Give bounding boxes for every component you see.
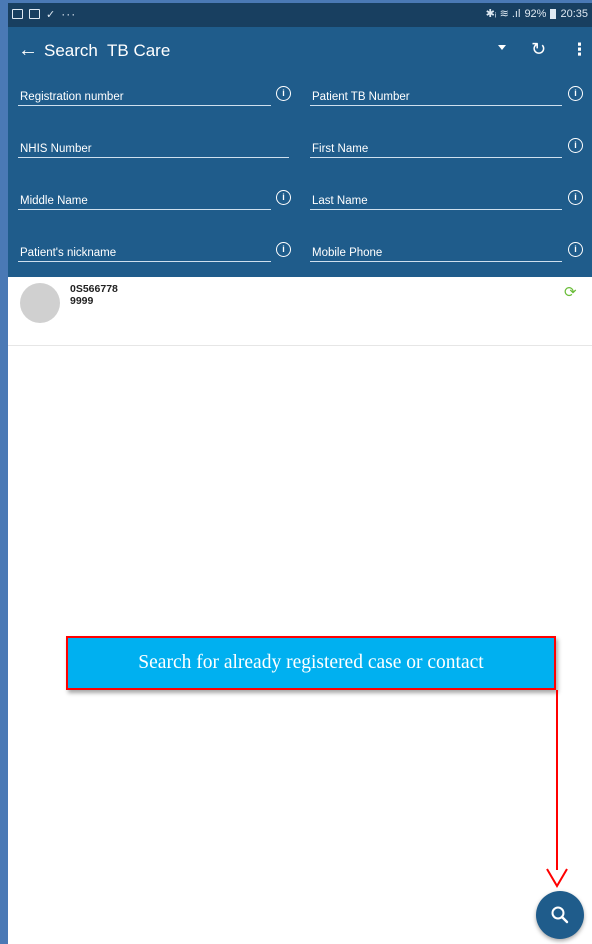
info-icon[interactable]: i <box>568 190 583 205</box>
search-icon <box>551 906 569 924</box>
annotation-arrow-head <box>546 868 568 888</box>
info-icon[interactable]: i <box>276 86 291 101</box>
nhis-number-field[interactable]: NHIS Number <box>18 131 289 158</box>
field-label: NHIS Number <box>20 143 92 155</box>
last-name-field[interactable]: Last Name <box>310 183 562 210</box>
check-icon: ✓ <box>46 8 56 21</box>
search-header: ← Search TB Care ↻ ⋮ Registration number… <box>8 27 592 277</box>
image-icon <box>12 9 23 19</box>
field-label: Middle Name <box>20 195 88 207</box>
signal-icon: ✱ᵢ ≋ .ıl <box>485 8 521 20</box>
annotation-arrow-line <box>556 690 558 870</box>
info-icon[interactable]: i <box>568 242 583 257</box>
info-icon[interactable]: i <box>568 86 583 101</box>
info-icon[interactable]: i <box>276 242 291 257</box>
more-icon: ··· <box>61 7 77 21</box>
field-label: Last Name <box>312 195 368 207</box>
patient-tb-number-field[interactable]: Patient TB Number <box>310 79 562 106</box>
result-id: 0S566778 <box>70 283 118 295</box>
toolbar: ← Search TB Care ↻ ⋮ <box>8 27 592 77</box>
mail-icon <box>29 9 40 19</box>
registration-number-field[interactable]: Registration number <box>18 79 271 106</box>
result-number: 9999 <box>70 295 94 307</box>
middle-name-field[interactable]: Middle Name <box>18 183 271 210</box>
info-icon[interactable]: i <box>276 190 291 205</box>
mobile-phone-field[interactable]: Mobile Phone <box>310 235 562 262</box>
search-result-item[interactable]: 0S566778 9999 ⟳ <box>8 277 592 346</box>
status-right: ✱ᵢ ≋ .ıl 92% 20:35 <box>485 7 588 21</box>
sync-icon[interactable]: ⟳ <box>564 283 577 301</box>
first-name-field[interactable]: First Name <box>310 131 562 158</box>
field-label: Mobile Phone <box>312 247 383 259</box>
overflow-menu-icon[interactable]: ⋮ <box>571 40 588 60</box>
battery-icon <box>550 8 557 19</box>
search-fab-button[interactable] <box>536 891 584 939</box>
field-label: Registration number <box>20 91 124 103</box>
dropdown-icon[interactable] <box>498 45 506 50</box>
refresh-icon[interactable]: ↻ <box>531 39 546 60</box>
clock: 20:35 <box>560 7 588 20</box>
frame-border-left <box>0 0 8 944</box>
battery-percent: 92% <box>524 7 547 20</box>
info-icon[interactable]: i <box>568 138 583 153</box>
avatar <box>20 283 60 323</box>
field-label: First Name <box>312 143 369 155</box>
annotation-text: Search for already registered case or co… <box>138 652 484 673</box>
field-label: Patient's nickname <box>20 247 117 259</box>
page-title: Search TB Care <box>44 41 171 60</box>
annotation-callout: Search for already registered case or co… <box>66 636 556 690</box>
field-label: Patient TB Number <box>312 91 410 103</box>
patient-nickname-field[interactable]: Patient's nickname <box>18 235 271 262</box>
back-arrow-icon[interactable]: ← <box>18 39 38 61</box>
status-bar: ✓ ··· ✱ᵢ ≋ .ıl 92% 20:35 <box>8 3 592 27</box>
status-left-icons: ✓ ··· <box>12 7 76 21</box>
